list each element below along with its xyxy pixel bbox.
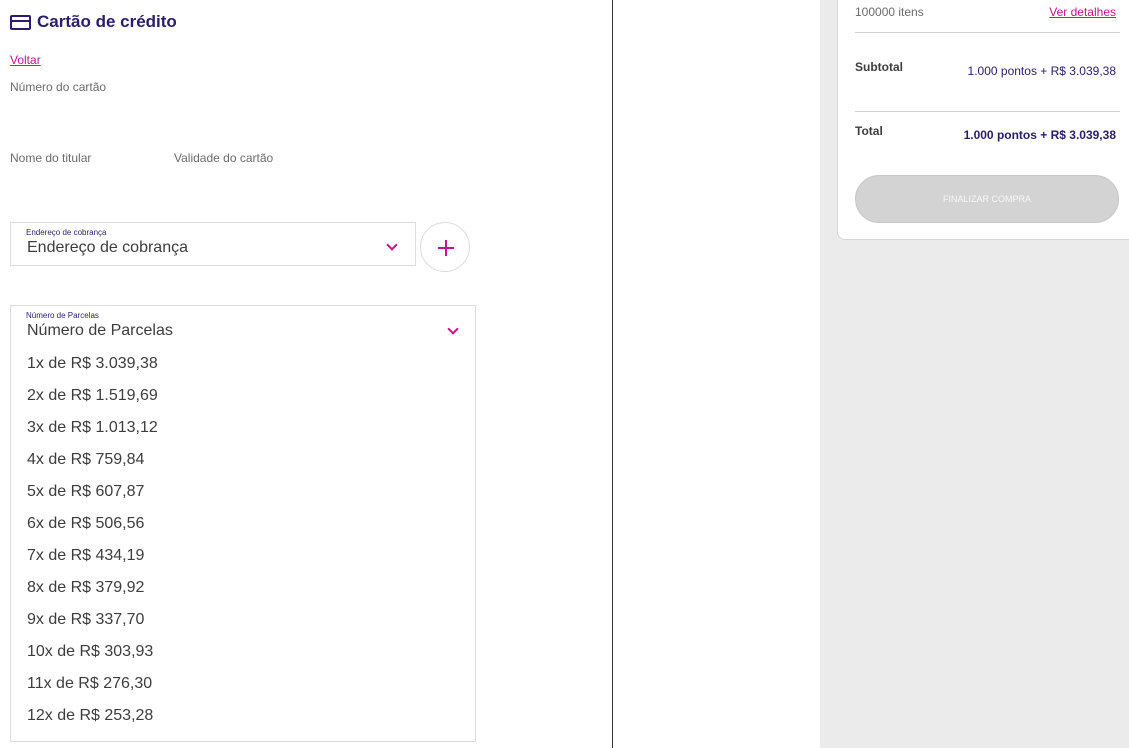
order-summary-panel: 100000 itens Ver detalhes Subtotal 1.000… bbox=[820, 0, 1129, 748]
installment-option[interactable]: 3x de R$ 1.013,12 bbox=[27, 418, 158, 450]
installments-float-label: Número de Parcelas bbox=[26, 311, 99, 320]
installments-options-list: 1x de R$ 3.039,38 2x de R$ 1.519,69 3x d… bbox=[27, 354, 158, 738]
installment-option[interactable]: 6x de R$ 506,56 bbox=[27, 514, 158, 546]
installment-option[interactable]: 1x de R$ 3.039,38 bbox=[27, 354, 158, 386]
billing-address-value: Endereço de cobrança bbox=[27, 239, 188, 256]
installment-option[interactable]: 11x de R$ 276,30 bbox=[27, 674, 158, 706]
add-address-button[interactable] bbox=[420, 222, 470, 272]
blank-area bbox=[614, 0, 820, 748]
credit-card-icon bbox=[10, 14, 31, 30]
divider bbox=[855, 32, 1120, 33]
installments-value: Número de Parcelas bbox=[27, 322, 173, 339]
back-link[interactable]: Voltar bbox=[10, 53, 41, 67]
divider bbox=[855, 111, 1120, 112]
installment-option[interactable]: 5x de R$ 607,87 bbox=[27, 482, 158, 514]
subtotal-label: Subtotal bbox=[855, 60, 903, 74]
installment-option[interactable]: 7x de R$ 434,19 bbox=[27, 546, 158, 578]
installment-option[interactable]: 10x de R$ 303,93 bbox=[27, 642, 158, 674]
installment-option[interactable]: 9x de R$ 337,70 bbox=[27, 610, 158, 642]
billing-address-select[interactable]: Endereço de cobrança Endereço de cobranç… bbox=[10, 222, 416, 266]
billing-address-float-label: Endereço de cobrança bbox=[26, 228, 107, 237]
subtotal-value: 1.000 pontos + R$ 3.039,38 bbox=[967, 64, 1116, 78]
chevron-down-icon bbox=[386, 239, 398, 251]
view-details-link[interactable]: Ver detalhes bbox=[1049, 5, 1116, 19]
total-value: 1.000 pontos + R$ 3.039,38 bbox=[963, 128, 1116, 142]
items-count: 100000 itens bbox=[855, 5, 924, 19]
installment-option[interactable]: 2x de R$ 1.519,69 bbox=[27, 386, 158, 418]
total-label: Total bbox=[855, 124, 883, 138]
finish-purchase-button[interactable]: FINALIZAR COMPRA bbox=[855, 175, 1119, 223]
installments-select[interactable]: Número de Parcelas Número de Parcelas 1x… bbox=[10, 305, 476, 742]
installment-option[interactable]: 12x de R$ 253,28 bbox=[27, 706, 158, 738]
payment-form-panel: Cartão de crédito Voltar Número do cartã… bbox=[0, 0, 613, 748]
page-title: Cartão de crédito bbox=[37, 12, 177, 31]
installment-option[interactable]: 8x de R$ 379,92 bbox=[27, 578, 158, 610]
holder-name-label: Nome do titular bbox=[10, 151, 92, 165]
order-summary-card: 100000 itens Ver detalhes Subtotal 1.000… bbox=[837, 0, 1129, 240]
card-expiry-label: Validade do cartão bbox=[174, 151, 274, 165]
installment-option[interactable]: 4x de R$ 759,84 bbox=[27, 450, 158, 482]
chevron-down-icon bbox=[447, 323, 459, 335]
card-number-label: Número do cartão bbox=[10, 80, 107, 94]
payment-section-title: Cartão de crédito bbox=[10, 12, 177, 32]
